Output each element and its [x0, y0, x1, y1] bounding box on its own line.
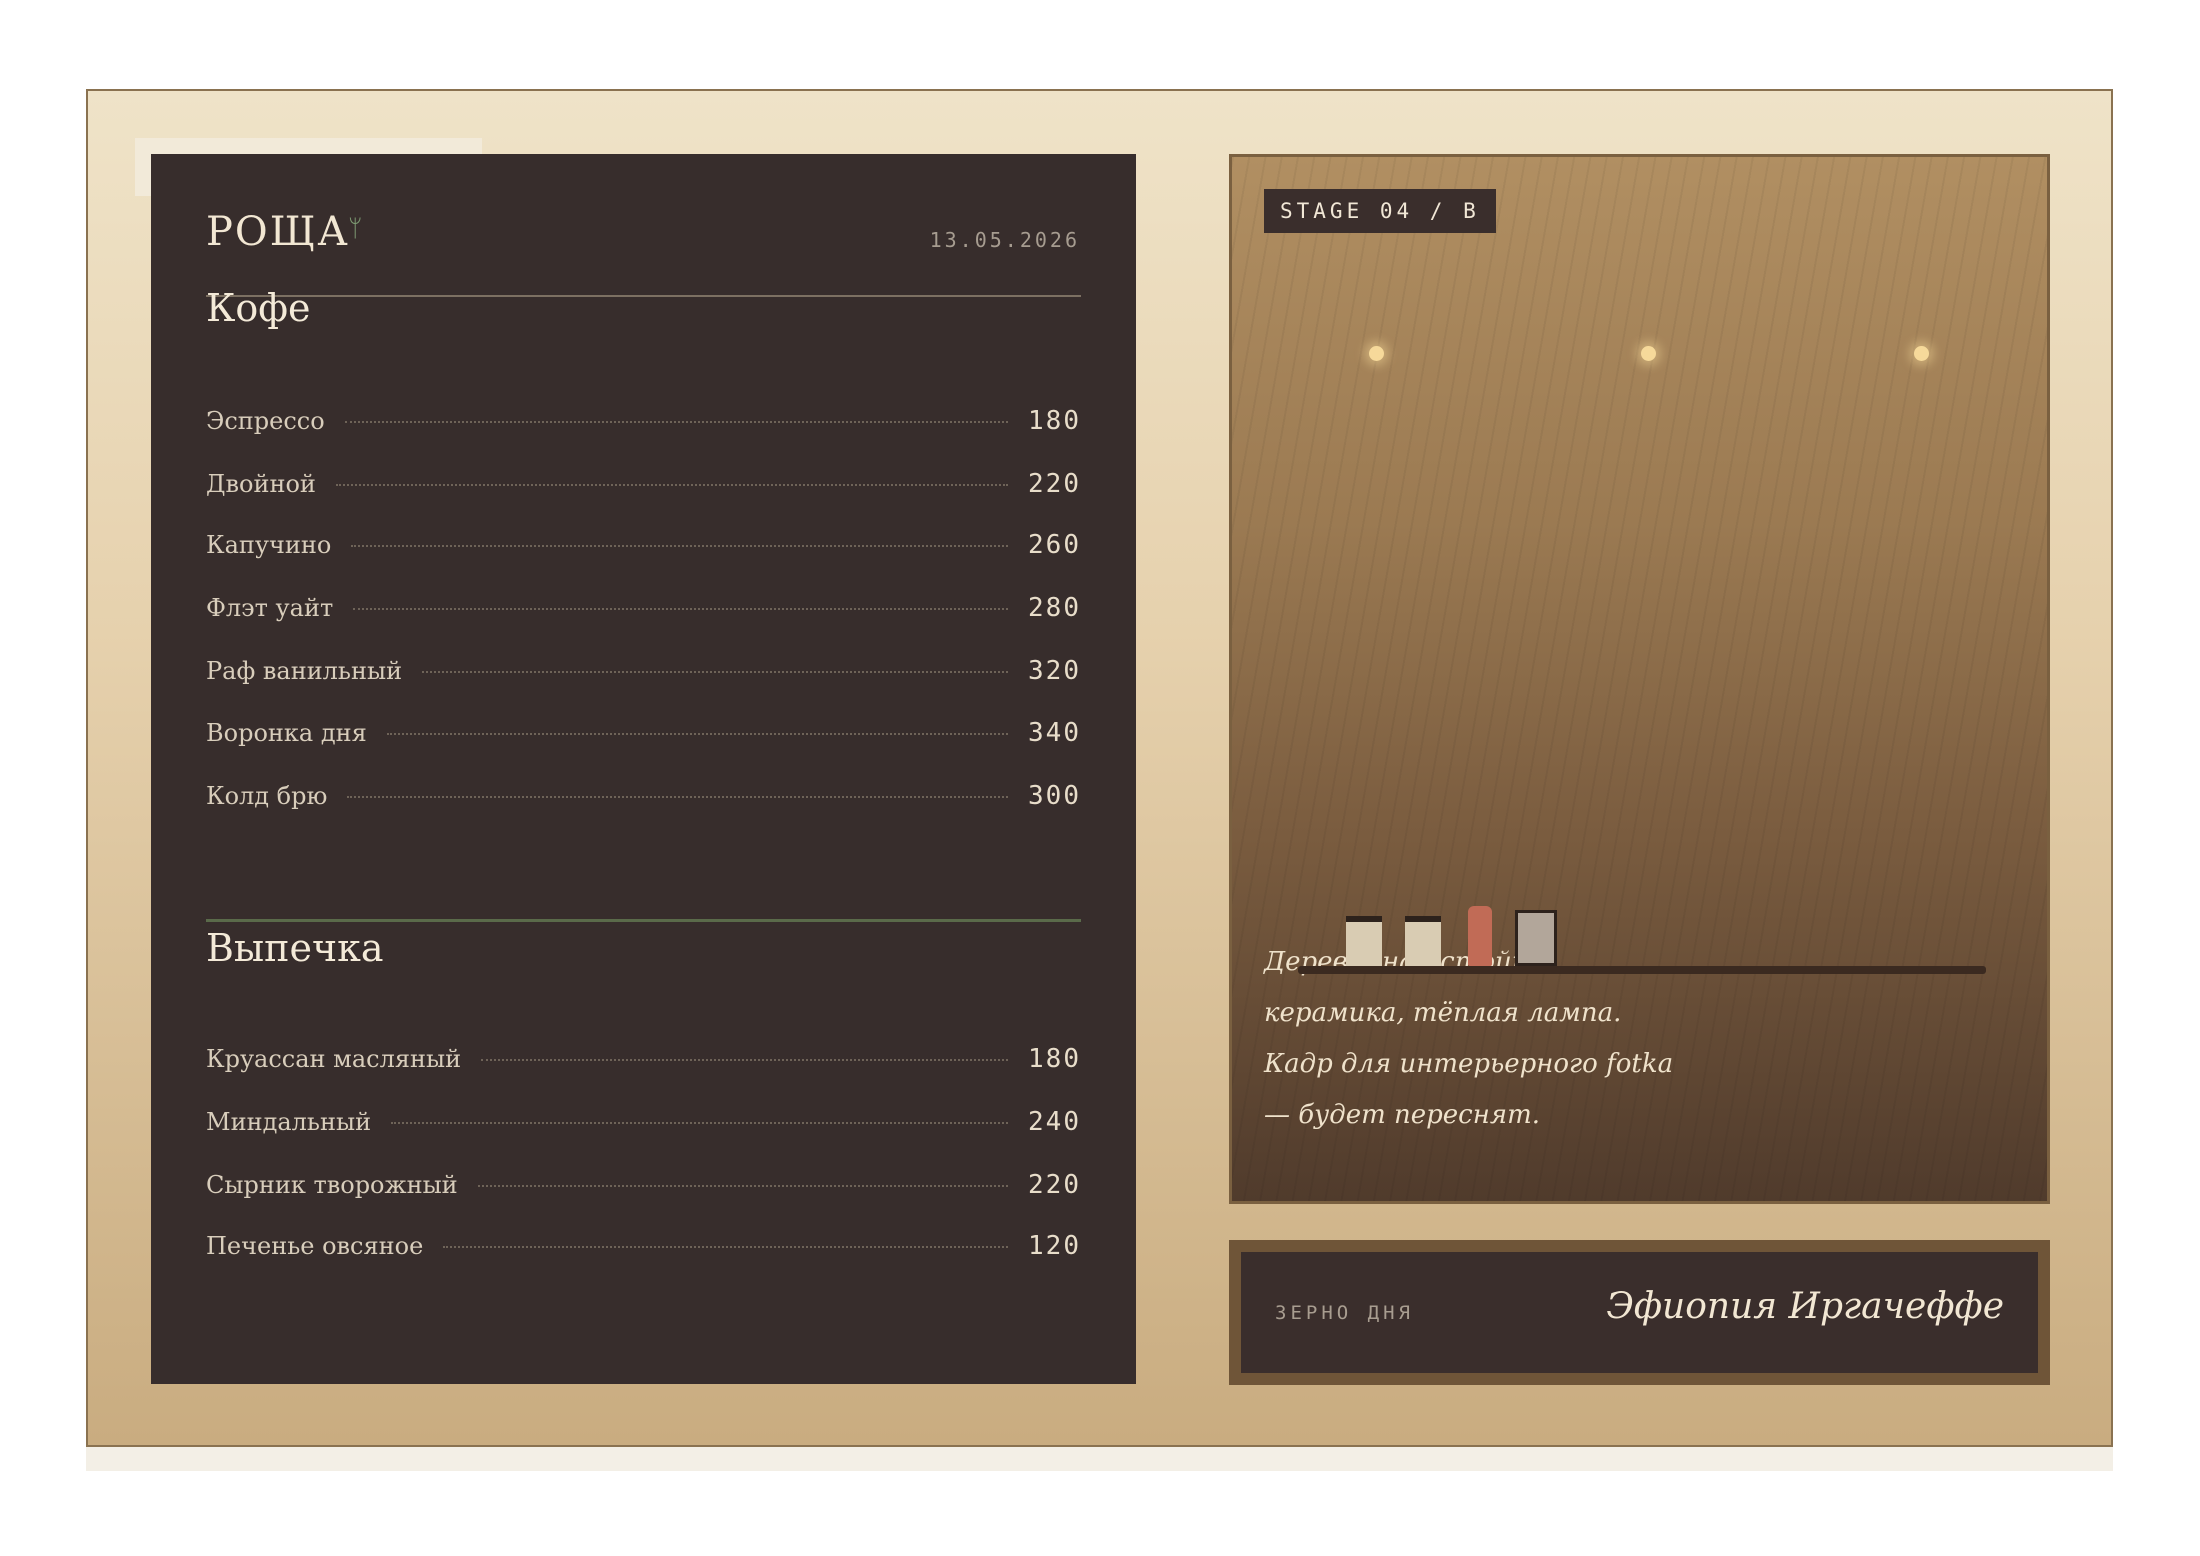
- dot-leader: [386, 733, 1009, 735]
- item-price: 240: [1028, 1107, 1081, 1137]
- section-divider: [206, 919, 1081, 922]
- bean-of-day-inner: ЗЕРНО ДНЯ Эфиопия Иргачеффе: [1241, 1252, 2038, 1373]
- item-price: 260: [1028, 530, 1081, 560]
- item-name: Флэт уайт: [206, 594, 334, 622]
- bean-of-day-card: ЗЕРНО ДНЯ Эфиопия Иргачеффе: [1229, 1240, 2050, 1385]
- caption-line: керамика, тёплая лампа.: [1264, 998, 1622, 1028]
- dot-leader: [347, 796, 1009, 798]
- lamp-icon: [1641, 346, 1656, 361]
- bean-of-day-label: ЗЕРНО ДНЯ: [1275, 1302, 1414, 1324]
- item-name: Раф ванильный: [206, 657, 403, 685]
- menu-item: Флэт уайт 280: [206, 593, 1081, 629]
- item-price: 320: [1028, 656, 1081, 686]
- counter-shelf: [1298, 966, 1986, 974]
- menu-item: Печенье овсяное 120: [206, 1231, 1081, 1267]
- caption-line: — будет переснят.: [1264, 1100, 1540, 1130]
- menu-item: Раф ванильный 320: [206, 656, 1081, 692]
- dot-leader: [351, 545, 1009, 547]
- item-name: Капучино: [206, 531, 332, 559]
- item-price: 340: [1028, 718, 1081, 748]
- dot-leader: [335, 484, 1009, 486]
- lamp-icon: [1369, 346, 1384, 361]
- item-name: Двойной: [206, 470, 316, 498]
- section-title-pastry: Выпечка: [206, 926, 384, 970]
- dot-leader: [344, 421, 1009, 423]
- item-name: Сырник творожный: [206, 1171, 458, 1199]
- dot-leader: [477, 1185, 1009, 1187]
- brand-name: РОЩА: [206, 209, 350, 255]
- dot-leader: [422, 671, 1009, 673]
- dot-leader: [443, 1246, 1009, 1248]
- item-name: Воронка дня: [206, 719, 367, 747]
- section-title-coffee: Кофе: [206, 286, 311, 330]
- menu-item: Круассан масляный 180: [206, 1044, 1081, 1080]
- item-price: 120: [1028, 1231, 1081, 1261]
- item-price: 220: [1028, 469, 1081, 499]
- sprout-icon: ᛘ: [348, 214, 363, 242]
- item-name: Печенье овсяное: [206, 1232, 424, 1260]
- frame-shadow-strip: [86, 1447, 2113, 1471]
- menu-item: Эспрессо 180: [206, 406, 1081, 442]
- caption-line: Кадр для интерьерного fotka: [1264, 1049, 1674, 1079]
- item-name: Эспрессо: [206, 407, 325, 435]
- stage-badge: STAGE 04 / B: [1264, 189, 1496, 233]
- item-price: 180: [1028, 406, 1081, 436]
- dot-leader: [481, 1059, 1009, 1061]
- photo-placeholder: STAGE 04 / B Деревянная стойка, керамика…: [1229, 154, 2050, 1204]
- header-divider: [206, 295, 1081, 297]
- item-name: Круассан масляный: [206, 1045, 462, 1073]
- dot-leader: [353, 608, 1009, 610]
- item-price: 220: [1028, 1170, 1081, 1200]
- dot-leader: [391, 1122, 1009, 1124]
- jar-icon: [1515, 910, 1557, 966]
- cup-icon: [1346, 916, 1382, 966]
- item-name: Колд брю: [206, 782, 328, 810]
- lamp-icon: [1914, 346, 1929, 361]
- item-price: 180: [1028, 1044, 1081, 1074]
- bottle-icon: [1468, 906, 1492, 966]
- item-name: Миндальный: [206, 1108, 372, 1136]
- menu-item: Двойной 220: [206, 469, 1081, 505]
- item-price: 300: [1028, 781, 1081, 811]
- cup-icon: [1405, 916, 1441, 966]
- menu-item: Сырник творожный 220: [206, 1170, 1081, 1206]
- menu-item: Воронка дня 340: [206, 718, 1081, 754]
- menu-item: Миндальный 240: [206, 1107, 1081, 1143]
- menu-item: Колд брю 300: [206, 781, 1081, 817]
- item-price: 280: [1028, 593, 1081, 623]
- bean-of-day-name: Эфиопия Иргачеффе: [1606, 1286, 2004, 1327]
- menu-item: Капучино 260: [206, 530, 1081, 566]
- menu-board: РОЩА ᛘ 13.05.2026 Кофе Эспрессо 180 Двой…: [151, 154, 1136, 1384]
- menu-date: 13.05.2026: [929, 228, 1080, 252]
